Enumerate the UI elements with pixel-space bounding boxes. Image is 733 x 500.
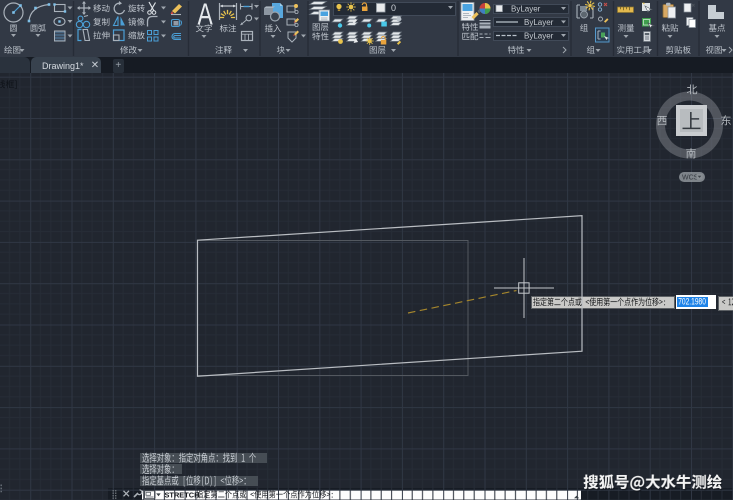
svg-text:ByLayer: ByLayer <box>524 18 554 27</box>
svg-text:0: 0 <box>391 3 396 13</box>
svg-text:ByLayer: ByLayer <box>511 5 541 14</box>
svg-text:WCS: WCS <box>682 175 699 182</box>
svg-text:702.1980: 702.1980 <box>678 296 706 306</box>
svg-text:ByLayer: ByLayer <box>524 32 554 41</box>
svg-text:STRETCH: STRETCH <box>165 491 200 500</box>
